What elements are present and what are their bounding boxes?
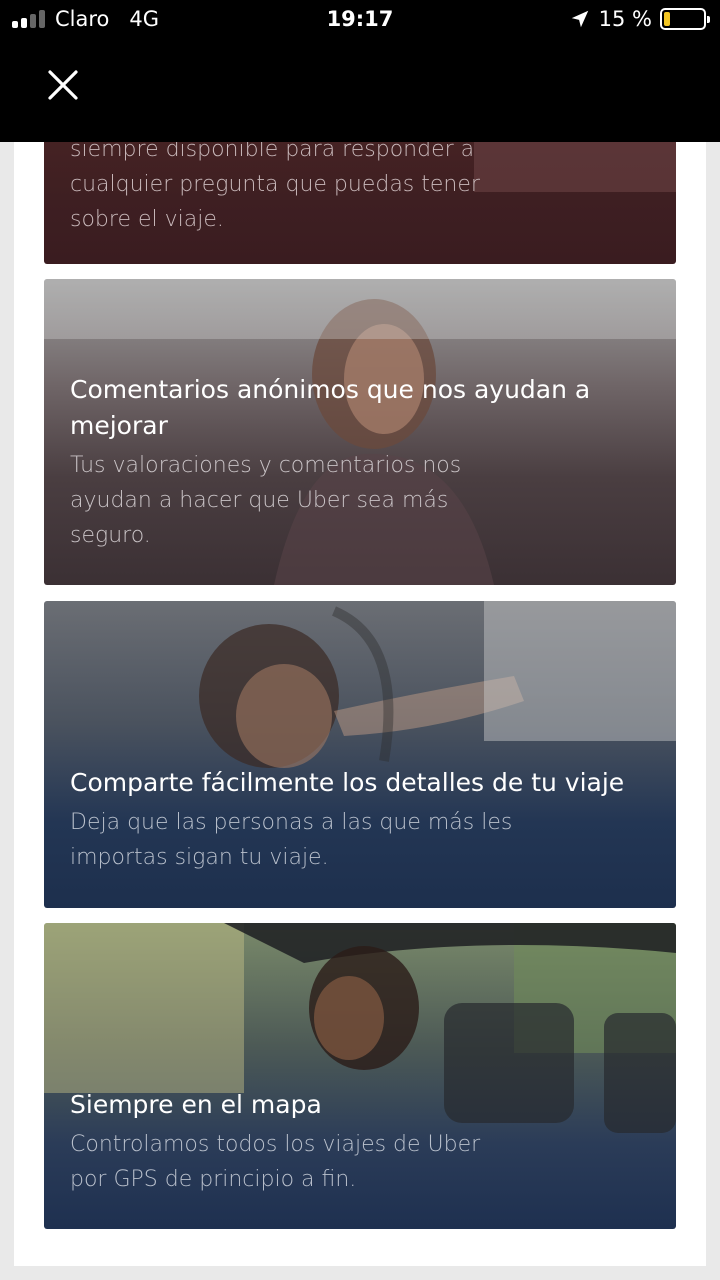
- feature-card-anonymous-feedback[interactable]: Comentarios anónimos que nos ayudan a me…: [44, 279, 676, 585]
- feature-card-share-trip[interactable]: Comparte fácilmente los detalles de tu v…: [44, 601, 676, 908]
- card-body: Deja que las personas a las que más les …: [70, 810, 513, 870]
- status-right: 15 %: [569, 7, 710, 31]
- feature-card-always-on-map[interactable]: Siempre en el mapa Controlamos todos los…: [44, 923, 676, 1229]
- card-text: Comparte fácilmente los detalles de tu v…: [70, 765, 656, 875]
- feature-card-support[interactable]: siempre disponible para responder a cual…: [44, 142, 676, 264]
- safety-features-list[interactable]: siempre disponible para responder a cual…: [14, 142, 706, 1266]
- card-body: Controlamos todos los viajes de Uber por…: [70, 1132, 481, 1192]
- card-title: Comparte fácilmente los detalles de tu v…: [70, 768, 625, 797]
- card-text: Comentarios anónimos que nos ayudan a me…: [70, 372, 656, 553]
- nav-bar: [0, 40, 720, 142]
- card-title: Comentarios anónimos que nos ayudan a me…: [70, 375, 591, 440]
- card-title: Siempre en el mapa: [70, 1090, 322, 1119]
- card-body: siempre disponible para responder a cual…: [70, 142, 480, 232]
- location-arrow-icon: [571, 10, 588, 28]
- battery-percent: 15 %: [598, 7, 652, 31]
- card-text: siempre disponible para responder a cual…: [70, 142, 656, 237]
- close-icon[interactable]: [38, 60, 88, 110]
- battery-fill: [664, 12, 670, 26]
- status-bar: Claro 4G 19:17 15 %: [0, 0, 720, 40]
- card-text: Siempre en el mapa Controlamos todos los…: [70, 1087, 656, 1197]
- battery-icon: [660, 8, 710, 30]
- card-body: Tus valoraciones y comentarios nos ayuda…: [70, 453, 462, 548]
